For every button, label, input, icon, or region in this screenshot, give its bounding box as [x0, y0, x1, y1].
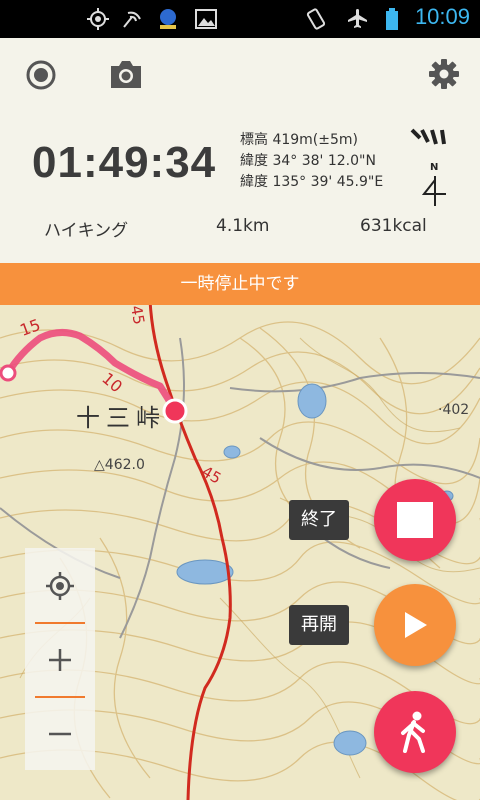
compass-icon [422, 176, 446, 206]
rotate-icon [306, 8, 326, 30]
spot-height-east-value: 402 [442, 402, 470, 418]
activity-button[interactable] [374, 691, 456, 773]
stop-label: 終了 [289, 500, 349, 540]
record-icon[interactable] [26, 60, 56, 90]
map-controls [25, 548, 95, 770]
battery-icon [386, 8, 398, 30]
locate-button[interactable] [25, 550, 95, 622]
stop-button[interactable] [374, 479, 456, 561]
compass-label: N [430, 162, 439, 173]
resume-button[interactable] [374, 584, 456, 666]
longitude-text: 緯度 135° 39' 45.9"E [240, 174, 384, 190]
stop-icon [397, 502, 433, 538]
minus-icon [49, 732, 71, 736]
signal-strength-icon [410, 128, 446, 145]
zoom-out-button[interactable] [25, 698, 95, 770]
zoom-in-button[interactable] [25, 624, 95, 696]
map-route-label: 45 [127, 304, 149, 326]
triangulation-icon: △ [94, 457, 105, 473]
spot-height-label-east: ·402 [438, 402, 469, 418]
elapsed-time: 01:49:34 [32, 138, 217, 187]
airplane-mode-icon [348, 9, 367, 28]
map-place-name: 十三峠 [76, 404, 166, 432]
spot-height-value: 462.0 [104, 457, 145, 473]
plus-icon [49, 649, 71, 671]
spot-height-label: △462.0 [94, 457, 145, 473]
tracking-panel: 01:49:34 標高 419m(±5m) 緯度 34° 38' 12.0"N … [0, 38, 480, 263]
altitude-text: 標高 419m(±5m) [240, 132, 359, 148]
status-bar: 10:09 [0, 0, 480, 38]
signal-icon [123, 11, 141, 28]
app-icon [160, 9, 176, 29]
paused-banner: 一時停止中です [0, 263, 480, 305]
image-icon [195, 9, 217, 29]
status-time: 10:09 [414, 4, 470, 29]
calories-value: 631kcal [360, 216, 427, 236]
walking-icon [401, 711, 425, 753]
resume-label: 再開 [289, 605, 349, 645]
my-location-icon [46, 572, 74, 600]
play-icon [405, 612, 427, 638]
camera-icon[interactable] [109, 58, 143, 90]
distance-value: 4.1km [216, 216, 270, 236]
latitude-text: 緯度 34° 38' 12.0"N [240, 153, 376, 169]
position-info: 標高 419m(±5m) 緯度 34° 38' 12.0"N 緯度 135° 3… [240, 130, 383, 193]
gps-icon [87, 8, 109, 30]
activity-type: ハイキング [44, 221, 129, 241]
settings-icon[interactable] [428, 58, 460, 90]
